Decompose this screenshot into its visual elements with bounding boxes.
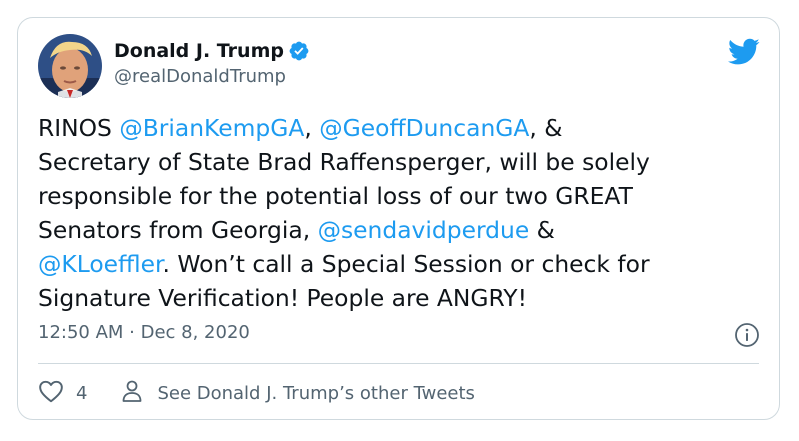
person-icon (121, 379, 143, 407)
tweet-text-segment: & (536, 216, 555, 244)
author-handle[interactable]: @realDonaldTrump (114, 66, 286, 87)
tweet-timestamp[interactable]: 12:50 AM · Dec 8, 2020 (38, 322, 250, 343)
avatar[interactable] (38, 34, 102, 98)
twitter-bird-icon[interactable] (728, 38, 760, 66)
tweet-card: Donald J. Trump @realDonaldTrump RINOS @… (17, 17, 780, 420)
tweet-text-segment: RINOS (38, 114, 120, 142)
like-count: 4 (76, 382, 88, 404)
tweet-actions: 4 See Donald J. Trump’s other Tweets (38, 376, 475, 410)
avatar-image (38, 34, 102, 98)
tweet-text: RINOS @BrianKempGA, @GeoffDuncanGA, & Se… (38, 111, 768, 315)
tweet-text-segment: , (304, 114, 320, 142)
author-name-row: Donald J. Trump (114, 36, 310, 66)
mention-link[interactable]: @BrianKempGA (119, 114, 304, 142)
like-button[interactable]: 4 (38, 379, 87, 407)
mention-link[interactable]: @sendavidperdue (318, 216, 530, 244)
other-tweets-link[interactable]: See Donald J. Trump’s other Tweets (121, 379, 475, 407)
verified-badge-icon (288, 40, 310, 62)
divider (38, 363, 759, 364)
info-icon[interactable] (734, 322, 760, 348)
heart-icon (38, 379, 64, 407)
other-tweets-label: See Donald J. Trump’s other Tweets (157, 382, 475, 404)
mention-link[interactable]: @KLoeffler (38, 250, 163, 278)
author-display-name[interactable]: Donald J. Trump (114, 40, 284, 62)
mention-link[interactable]: @GeoffDuncanGA (319, 114, 529, 142)
